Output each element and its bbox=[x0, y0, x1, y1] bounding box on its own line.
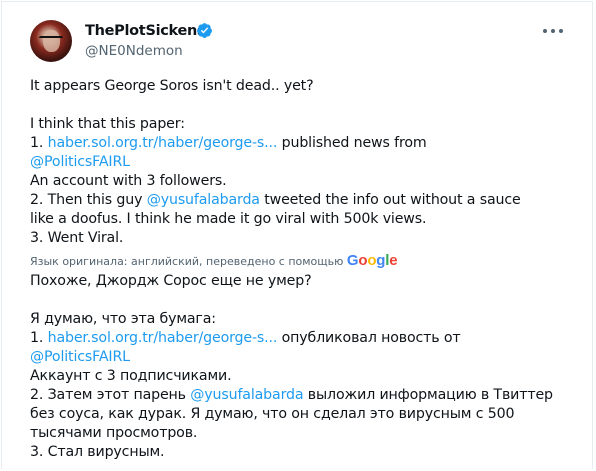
text-suffix: published news from bbox=[277, 135, 427, 151]
original-line-1: It appears George Soros isn't dead.. yet… bbox=[30, 78, 314, 94]
translated-line-2: Я думаю, что эта бумага: bbox=[30, 311, 216, 327]
original-line-5: An account with 3 followers. bbox=[30, 173, 227, 189]
avatar[interactable] bbox=[30, 20, 72, 62]
text-prefix: 1. bbox=[30, 135, 48, 151]
original-line-6: 2. Then this guy @yusufalabarda tweeted … bbox=[30, 190, 521, 211]
translated-line-7: без соуса, как дурак. Я думаю, что он сд… bbox=[30, 406, 515, 422]
mention-politicsfairl[interactable]: @PoliticsFAIRL bbox=[30, 349, 130, 365]
mention-politicsfairl[interactable]: @PoliticsFAIRL bbox=[30, 154, 130, 170]
original-line-3: 1. haber.sol.org.tr/haber/george-s... pu… bbox=[30, 133, 427, 154]
article-link[interactable]: haber.sol.org.tr/haber/george-s... bbox=[48, 135, 278, 151]
mention-yusufalabarda[interactable]: @yusufalabarda bbox=[190, 387, 303, 403]
translated-line-8: тысячами просмотров. bbox=[30, 425, 198, 441]
text-prefix: 2. Затем этот парень bbox=[30, 387, 191, 403]
translated-line-3: 1. haber.sol.org.tr/haber/george-s... оп… bbox=[30, 328, 461, 349]
translated-line-5: Аккаунт с 3 подписчиками. bbox=[30, 368, 232, 384]
text-suffix: выложил информацию в Твиттер bbox=[303, 387, 553, 403]
verified-badge-icon bbox=[197, 23, 212, 38]
more-horizontal-icon[interactable] bbox=[543, 27, 563, 35]
translated-line-1: Похоже, Джордж Сорос еще не умер? bbox=[30, 273, 312, 289]
text-suffix: опубликовал новость от bbox=[277, 330, 461, 346]
translated-line-9: 3. Стал вирусным. bbox=[30, 444, 165, 460]
avatar-glasses bbox=[39, 36, 63, 44]
text-suffix: tweeted the info out without a sauce bbox=[259, 192, 521, 208]
mention-yusufalabarda[interactable]: @yusufalabarda bbox=[147, 192, 260, 208]
google-logo[interactable]: Google bbox=[347, 252, 398, 269]
translated-line-4: @PoliticsFAIRL bbox=[30, 347, 130, 368]
translation-notice-text: Язык оригинала: английский, переведено с… bbox=[30, 255, 344, 268]
author-name[interactable]: ThePlotSickens bbox=[85, 23, 206, 39]
original-line-2: I think that this paper: bbox=[30, 116, 185, 132]
article-link[interactable]: haber.sol.org.tr/haber/george-s... bbox=[48, 330, 278, 346]
translated-line-6: 2. Затем этот парень @yusufalabarda выло… bbox=[30, 385, 553, 406]
text-prefix: 1. bbox=[30, 330, 48, 346]
text-prefix: 2. Then this guy bbox=[30, 192, 147, 208]
original-line-4: @PoliticsFAIRL bbox=[30, 152, 130, 173]
author-handle[interactable]: @NE0Ndemon bbox=[85, 43, 183, 59]
translation-notice: Язык оригинала: английский, переведено с… bbox=[30, 252, 398, 269]
original-line-7: like a doofus. I think he made it go vir… bbox=[30, 211, 427, 227]
original-line-8: 3. Went Viral. bbox=[30, 230, 124, 246]
